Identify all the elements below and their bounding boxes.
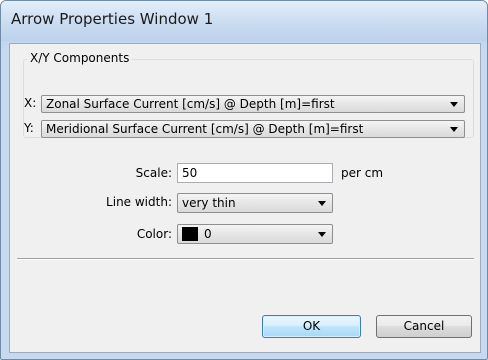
- line-width-select[interactable]: very thin: [177, 193, 333, 213]
- color-value: 0: [204, 227, 212, 241]
- chevron-down-icon: [450, 127, 458, 132]
- scale-label: Scale:: [135, 166, 172, 180]
- scale-input[interactable]: [177, 163, 333, 183]
- dialog-window: Arrow Properties Window 1 X/Y Components…: [0, 0, 488, 360]
- chevron-down-icon: [318, 201, 326, 206]
- line-width-label: Line width:: [106, 195, 172, 209]
- y-component-select[interactable]: Meridional Surface Current [cm/s] @ Dept…: [41, 120, 465, 138]
- window-title: Arrow Properties Window 1: [11, 10, 214, 28]
- x-component-value: Zonal Surface Current [cm/s] @ Depth [m]…: [46, 97, 335, 111]
- color-swatch: [182, 227, 198, 241]
- line-width-value: very thin: [182, 196, 236, 210]
- scale-unit: per cm: [341, 166, 384, 180]
- chevron-down-icon: [318, 232, 326, 237]
- x-label: X:: [24, 96, 37, 110]
- color-select[interactable]: 0: [177, 224, 333, 244]
- title-bar[interactable]: Arrow Properties Window 1: [1, 1, 487, 41]
- y-component-value: Meridional Surface Current [cm/s] @ Dept…: [46, 122, 364, 136]
- chevron-down-icon: [450, 102, 458, 107]
- ok-button[interactable]: OK: [262, 315, 361, 338]
- color-label: Color:: [136, 227, 172, 241]
- xy-components-label: X/Y Components: [27, 51, 133, 65]
- separator: [17, 258, 474, 260]
- dialog-body: X/Y Components X: Zonal Surface Current …: [9, 43, 481, 353]
- cancel-button[interactable]: Cancel: [376, 315, 472, 338]
- y-label: Y:: [24, 121, 34, 135]
- x-component-select[interactable]: Zonal Surface Current [cm/s] @ Depth [m]…: [41, 95, 465, 113]
